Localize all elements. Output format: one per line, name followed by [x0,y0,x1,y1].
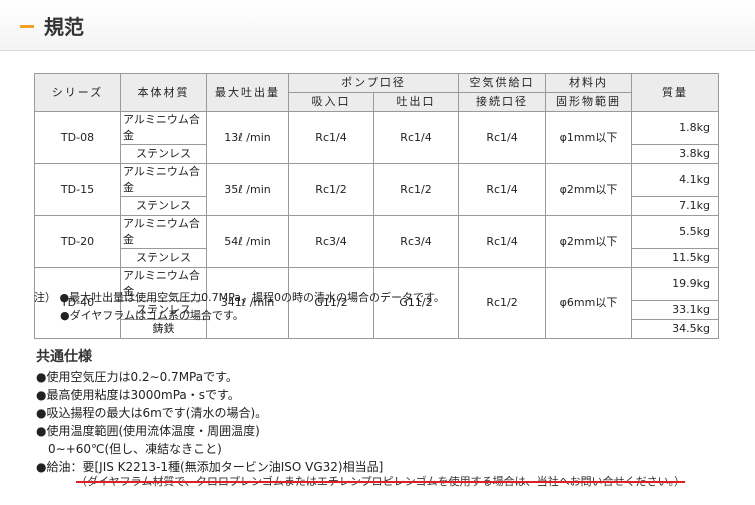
weight-cell: 33.1kg [631,300,720,320]
inlet-cell: Rc1/2 [288,163,374,216]
spec-item: ●使用空気圧力は0.2∼0.7MPaです。 [36,370,238,384]
spec-item: ●使用温度範囲(使用流体温度・周囲温度) [36,424,260,438]
material-cell: アルミニウム合金 [120,215,207,249]
header-accent-bar [20,25,34,28]
solid-cell: φ6mm以下 [545,267,633,339]
flow-cell: 54ℓ /min [206,215,289,268]
weight-cell: 3.8kg [631,144,720,164]
material-cell: アルミニウム合金 [120,163,207,197]
material-cell: ステンレス [120,144,207,164]
series-cell: TD-15 [34,163,121,216]
weight-cell: 34.5kg [631,319,720,339]
outlet-cell: Rc1/4 [372,111,460,164]
struck-note-text: （ダイヤフラム材質で、クロロプレンゴムまたはエチレンプロピレンゴムを使用する場合… [76,475,686,488]
header-solid-range: 固形物範囲 [545,92,633,112]
air-cell: Rc1/4 [458,215,547,268]
inlet-cell: Rc1/4 [288,111,374,164]
spec-item: ●吸込揚程の最大は6mです(清水の場合)。 [36,406,268,420]
header-weight: 質量 [631,73,720,112]
header-port-size: ポンプ口径 [287,73,460,93]
outlet-cell: Rc1/2 [372,163,460,216]
outlet-cell: Rc3/4 [372,215,460,268]
table-notes: 注） ●最大吐出量は使用空気圧力0.7MPa、揚程0の時の清水の場合のデータです… [34,289,445,325]
material-cell: アルミニウム合金 [120,111,207,145]
header-body-material: 本体材質 [120,73,207,112]
common-specs-title: 共通仕様 [36,349,92,365]
note-item: ●ダイヤフラムはゴム系の場合です。 [60,309,244,322]
inlet-cell: Rc3/4 [288,215,374,268]
header-max-flow: 最大吐出量 [206,73,289,112]
common-specs: 共通仕様 ●使用空気圧力は0.2∼0.7MPaです。 ●最高使用粘度は3000m… [36,346,383,476]
weight-cell: 5.5kg [631,215,720,249]
header-air-supply: 空気供給口 [458,73,547,93]
material-cell: ステンレス [120,196,207,216]
header-outlet: 吐出口 [372,92,460,112]
notes-prefix: 注） [34,291,56,304]
weight-cell: 19.9kg [631,267,720,301]
material-cell: ステンレス [120,248,207,268]
weight-cell: 7.1kg [631,196,720,216]
note-item: ●最大吐出量は使用空気圧力0.7MPa、揚程0の時の清水の場合のデータです。 [59,291,445,304]
solid-cell: φ2mm以下 [545,163,633,216]
series-cell: TD-08 [34,111,121,164]
spec-item: 0∼+60℃(但し、凍結なきこと) [48,442,222,456]
header-material: 材料内 [545,73,633,93]
section-header: 規范 [0,0,755,51]
header-series: シリーズ [34,73,121,112]
air-cell: Rc1/2 [458,267,547,339]
weight-cell: 4.1kg [631,163,720,197]
header-connection: 接続口径 [458,92,547,112]
table-row: TD-15 アルミニウム合金 35ℓ /min Rc1/2 Rc1/2 Rc1/… [34,163,720,216]
header-inlet: 吸入口 [288,92,374,112]
flow-cell: 35ℓ /min [206,163,289,216]
weight-cell: 11.5kg [631,248,720,268]
series-cell: TD-20 [34,215,121,268]
air-cell: Rc1/4 [458,163,547,216]
air-cell: Rc1/4 [458,111,547,164]
flow-cell: 13ℓ /min [206,111,289,164]
table-row: TD-20 アルミニウム合金 54ℓ /min Rc3/4 Rc3/4 Rc1/… [34,215,720,268]
solid-cell: φ2mm以下 [545,215,633,268]
struck-note: （ダイヤフラム材質で、クロロプレンゴムまたはエチレンプロピレンゴムを使用する場合… [76,473,685,489]
solid-cell: φ1mm以下 [545,111,633,164]
section-title: 規范 [44,15,84,39]
table-row: TD-08 アルミニウム合金 13ℓ /min Rc1/4 Rc1/4 Rc1/… [34,111,720,164]
weight-cell: 1.8kg [631,111,720,145]
spec-item: ●最高使用粘度は3000mPa・sです。 [36,388,240,402]
